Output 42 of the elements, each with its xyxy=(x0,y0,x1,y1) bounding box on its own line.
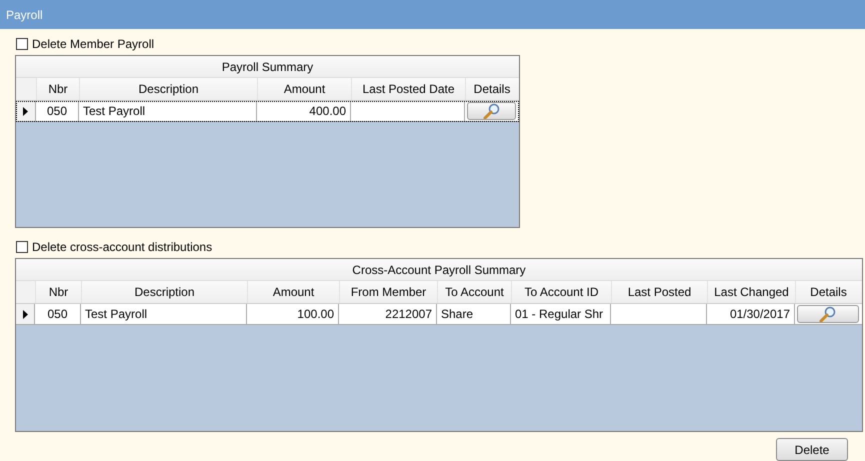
grid-title: Payroll Summary xyxy=(16,56,519,78)
table-cell: Test Payroll xyxy=(81,304,247,324)
checkbox-label[interactable]: Delete Member Payroll xyxy=(32,37,154,51)
column-header[interactable]: Description xyxy=(79,78,257,100)
row-header-corner xyxy=(16,281,35,303)
window-title: Payroll xyxy=(0,0,865,29)
column-header[interactable]: Nbr xyxy=(35,281,81,303)
table-cell: 050 xyxy=(35,304,81,324)
table-cell: 2212007 xyxy=(339,304,437,324)
checkbox[interactable] xyxy=(16,241,28,253)
column-header[interactable]: Last Posted Date xyxy=(351,78,465,100)
row-header[interactable] xyxy=(16,101,36,121)
table-cell: Share xyxy=(437,304,511,324)
column-header[interactable]: From Member xyxy=(339,281,437,303)
magnifier-icon xyxy=(819,306,837,322)
checkbox-label[interactable]: Delete cross-account distributions xyxy=(32,240,212,254)
grid-title: Cross-Account Payroll Summary xyxy=(16,259,862,281)
column-header[interactable]: To Account xyxy=(437,281,511,303)
column-header[interactable]: Last Changed xyxy=(707,281,795,303)
checkbox[interactable] xyxy=(16,38,28,50)
row-header-corner xyxy=(16,78,36,100)
delete-button[interactable]: Delete xyxy=(776,438,848,461)
details-button[interactable] xyxy=(467,102,516,120)
magnifier-icon xyxy=(482,103,500,119)
column-header[interactable]: To Account ID xyxy=(511,281,611,303)
column-header[interactable]: Amount xyxy=(247,281,339,303)
table-cell: 050 xyxy=(36,101,79,121)
column-header[interactable]: Amount xyxy=(257,78,351,100)
column-header[interactable]: Last Posted xyxy=(611,281,707,303)
table-cell: 01 - Regular Shr xyxy=(511,304,611,324)
table-cell: 100.00 xyxy=(247,304,339,324)
table-cell: 01/30/2017 xyxy=(707,304,795,324)
column-header[interactable]: Description xyxy=(81,281,247,303)
details-button[interactable] xyxy=(797,305,859,323)
column-header[interactable]: Details xyxy=(465,78,518,100)
grid-row[interactable]: 050 Test Payroll 400.00 xyxy=(16,101,519,122)
column-header[interactable]: Details xyxy=(795,281,861,303)
table-cell: 400.00 xyxy=(257,101,351,121)
grid-row[interactable]: 050 Test Payroll 100.00 2212007 Share 01 - Regular Shr 01/30/2017 xyxy=(16,304,862,325)
row-header[interactable] xyxy=(16,304,35,324)
column-header[interactable]: Nbr xyxy=(36,78,79,100)
table-cell: Test Payroll xyxy=(79,101,257,121)
